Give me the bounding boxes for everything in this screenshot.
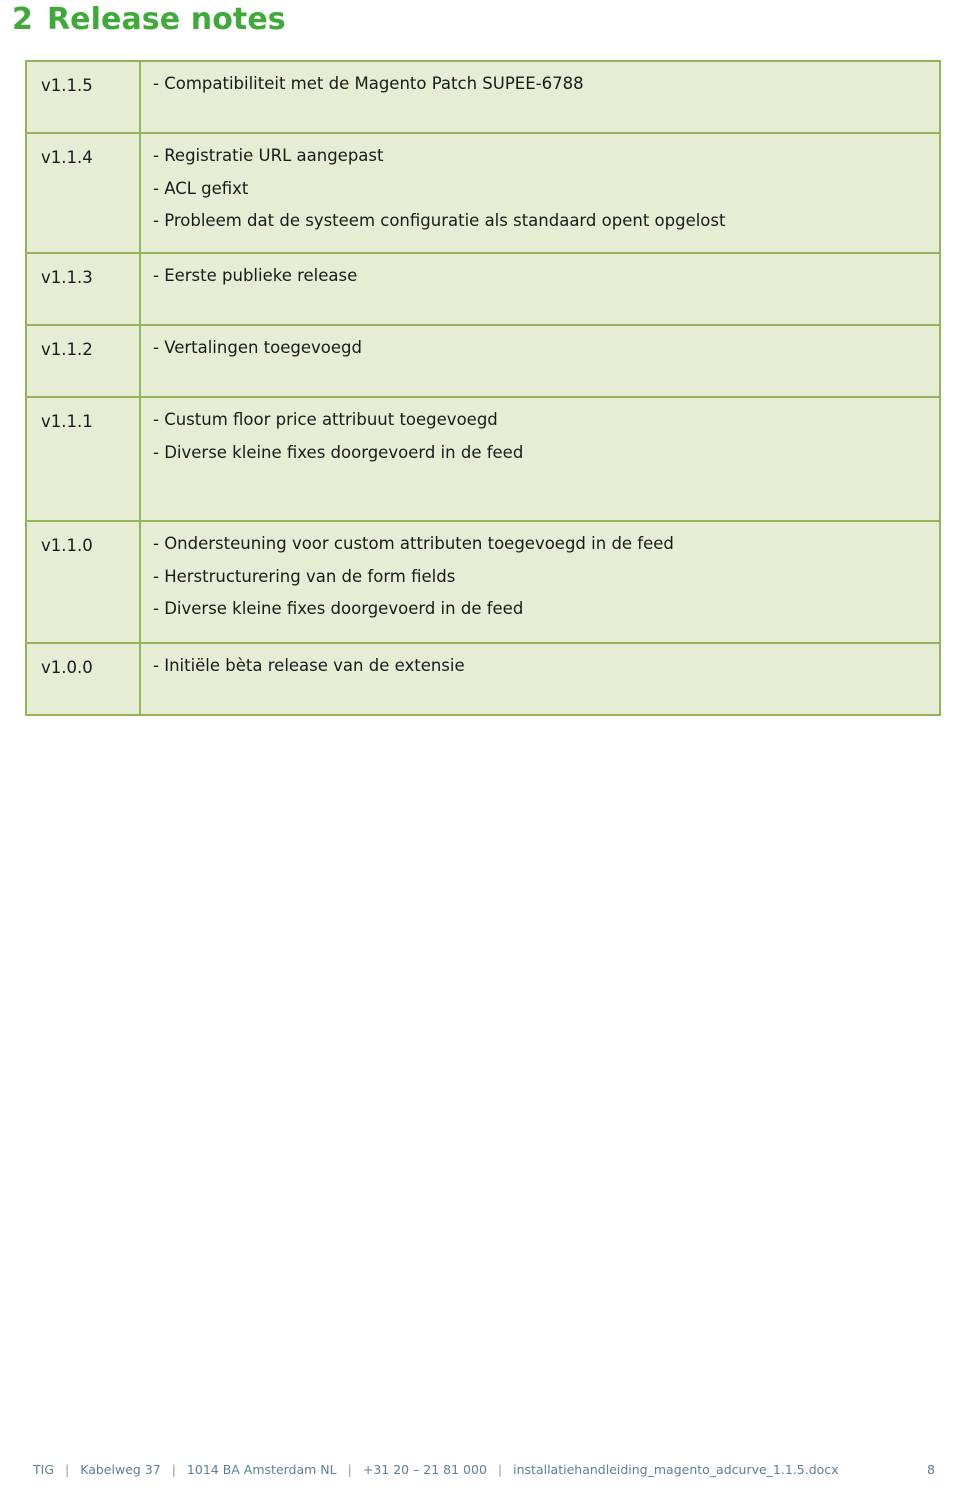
notes-cell: - Vertalingen toegevoegd [139,324,941,398]
version-cell: v1.1.5 [25,60,141,134]
note-line: - Herstructurering van de form fields [153,566,456,586]
note-line: - Eerste publieke release [153,266,358,285]
notes-cell: - Eerste publieke release [139,252,941,326]
footer-contact-line: TIG | Kabelweg 37 | 1014 BA Amsterdam NL… [33,1462,839,1477]
note-line: - Initiële bèta release van de extensie [153,656,465,675]
note-line: - Diverse kleine fixes doorgevoerd in de… [153,442,524,462]
table-row: v1.1.4 - Registratie URL aangepast - ACL… [25,132,941,254]
footer-phone: +31 20 – 21 81 000 [362,1462,487,1477]
footer-inner: TIG | Kabelweg 37 | 1014 BA Amsterdam NL… [33,1462,935,1477]
note-line: - Ondersteuning voor custom attributen t… [153,534,674,553]
page-footer: TIG | Kabelweg 37 | 1014 BA Amsterdam NL… [0,1462,960,1486]
footer-page-number: 8 [927,1462,935,1477]
footer-company: TIG [33,1462,55,1477]
release-notes-table-body: v1.1.5 - Compatibiliteit met de Magento … [25,60,941,716]
note-line: - Registratie URL aangepast [153,146,384,165]
version-cell: v1.1.0 [25,520,141,644]
footer-separator: | [347,1462,352,1477]
notes-cell: - Custum floor price attribuut toegevoeg… [139,396,941,522]
footer-city: 1014 BA Amsterdam NL [186,1462,337,1477]
table-row: v1.1.1 - Custum floor price attribuut to… [25,396,941,522]
footer-separator: | [171,1462,176,1477]
footer-separator: | [497,1462,503,1477]
table-row: v1.0.0 - Initiële bèta release van de ex… [25,642,941,716]
page-title-text: Release notes [46,2,286,37]
page-title: 2 Release notes [12,2,286,37]
footer-street: Kabelweg 37 [80,1462,161,1477]
version-cell: v1.1.3 [25,252,141,326]
note-line: - Diverse kleine fixes doorgevoerd in de… [153,599,524,618]
note-line: - Vertalingen toegevoegd [153,338,362,357]
release-notes-table: v1.1.5 - Compatibiliteit met de Magento … [25,60,941,716]
notes-cell: - Ondersteuning voor custom attributen t… [139,520,941,644]
notes-cell: - Initiële bèta release van de extensie [139,642,941,716]
table-row: v1.1.5 - Compatibiliteit met de Magento … [25,60,941,134]
note-line: - Probleem dat de systeem configuratie a… [153,211,726,230]
page-title-number: 2 [12,2,33,37]
version-cell: v1.0.0 [25,642,141,716]
note-line: - Custum floor price attribuut toegevoeg… [153,410,498,429]
version-cell: v1.1.1 [25,396,141,522]
footer-separator: | [65,1462,70,1477]
notes-cell: - Compatibiliteit met de Magento Patch S… [139,60,941,134]
table-row: v1.1.3 - Eerste publieke release [25,252,941,326]
note-line: - ACL gefixt [153,178,249,198]
notes-cell: - Registratie URL aangepast - ACL gefixt… [139,132,941,254]
version-cell: v1.1.2 [25,324,141,398]
table-row: v1.1.2 - Vertalingen toegevoegd [25,324,941,398]
note-line: - Compatibiliteit met de Magento Patch S… [153,74,584,93]
version-cell: v1.1.4 [25,132,141,254]
table-row: v1.1.0 - Ondersteuning voor custom attri… [25,520,941,644]
footer-filename: installatiehandleiding_magento_adcurve_1… [513,1462,839,1477]
